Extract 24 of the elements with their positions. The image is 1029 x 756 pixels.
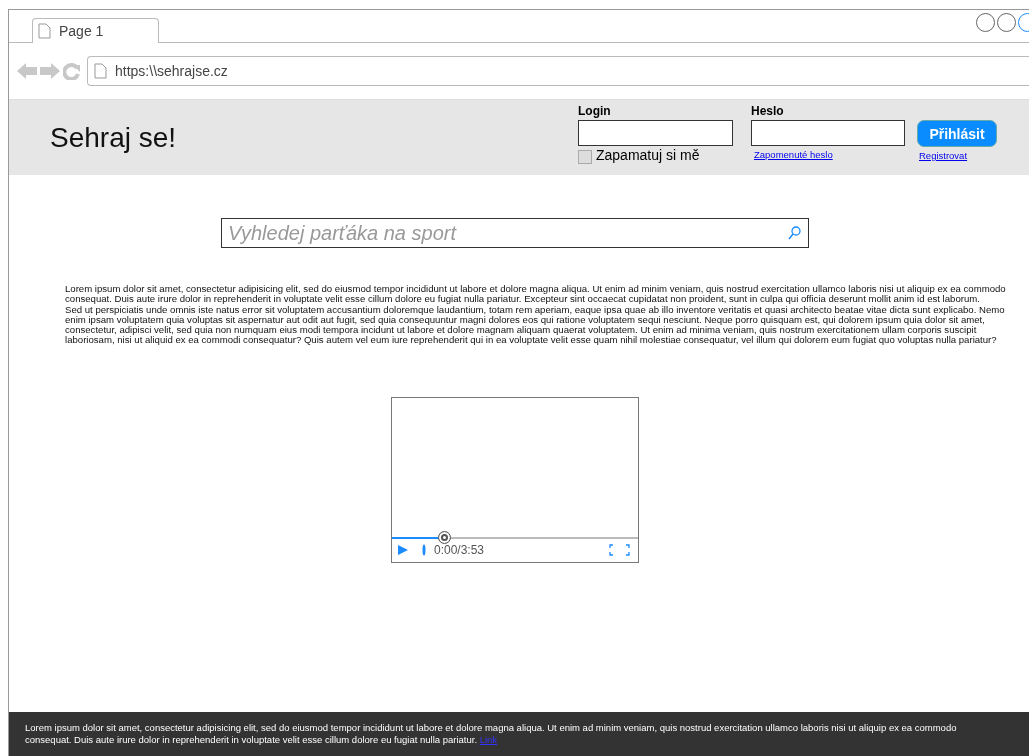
address-bar[interactable]: https:\\sehrajse.cz (87, 56, 1029, 86)
body-paragraph: Sed ut perspiciatis unde omnis iste natus error sit voluptatem accusantium doloremque laudantium, totam rem aperiam, eaque ipsa quae ab illo inventore veritatis et quasi architecto beatae vitae dicta sunt explicabo. Nemo enim ipsam voluptatem quia voluptas sit aspernatur aut odit aut fugit, sed quia consequuntur magni dolores eos qui ratione voluptatem sequi nesciunt. Neque porro quisquam est, qui dolorem ipsum quia dolor sit amet, consectetur, adipisci velit, sed quia non numquam eius modi tempora incidunt ut labore et dolore magnam aliquam quaerat voluptatem. Ut enim ad minima veniam, quis nostrum exercitationem ullam corporis suscipit laboriosam, nisi ut aliquid ex ea commodi consequatur? Quis autem vel eum iure reprehenderit qui in ea voluptate velit esse quam nihil molestiae consequatur, vel illum qui dolorem eum fugiat quo voluptas nulla pariatur? (65, 304, 1006, 346)
page-icon (94, 63, 107, 79)
fullscreen-icon[interactable] (609, 544, 630, 557)
forgot-password-link[interactable]: Zapomenuté heslo (754, 149, 833, 160)
register-link[interactable]: Registrovat (919, 150, 968, 161)
checkbox[interactable] (578, 150, 592, 164)
video-time: 0:00/3:53 (434, 543, 485, 558)
body-paragraph: Lorem ipsum dolor sit amet, consectetur adipisicing elit, sed do eiusmod tempor incididunt ut labore et dolore magna aliqua. Ut enim ad minim veniam, quis nostrud exercitation ullamco laboris nisi ut aliquip ex ea commodo consequat. Duis aute irure dolor in reprehenderit in voluptate velit esse cillum dolore eu fugiat nulla pariatur. Excepteur sint occaecat cupidatat non proident, sunt in culpa qui officia deserunt mollit anim id est laborum. (65, 284, 1007, 305)
search-icon[interactable] (788, 226, 801, 240)
password-field[interactable] (751, 120, 905, 146)
site-logo: Sehraj se! (50, 122, 177, 155)
progress-handle[interactable] (437, 530, 451, 544)
login-field[interactable] (578, 120, 733, 146)
browser-tab[interactable]: Page 1 (32, 18, 159, 43)
play-icon[interactable] (398, 545, 408, 556)
password-label: Heslo (751, 104, 785, 120)
login-label: Login (578, 104, 612, 120)
volume-icon[interactable] (422, 544, 426, 557)
page-icon (38, 23, 51, 39)
remember-label: Zapamatuj si mě (596, 147, 700, 163)
video-player[interactable]: 0:00/3:53 (391, 396, 639, 563)
search-field[interactable]: Vyhledej parťáka na sport (221, 218, 809, 248)
footer-text: Lorem ipsum dolor sit amet, consectetur adipisicing elit, sed do eiusmod tempor incididunt ut labore et dolore magna aliqua. Ut enim ad minim veniam, quis nostrud exercitation ullamco laboris nisi ut aliquip ex ea commodo consequat. Duis aute irure dolor in reprehenderit in voluptate velit esse cillum dolore eu fugiat nulla pariatur. Link (25, 722, 958, 746)
